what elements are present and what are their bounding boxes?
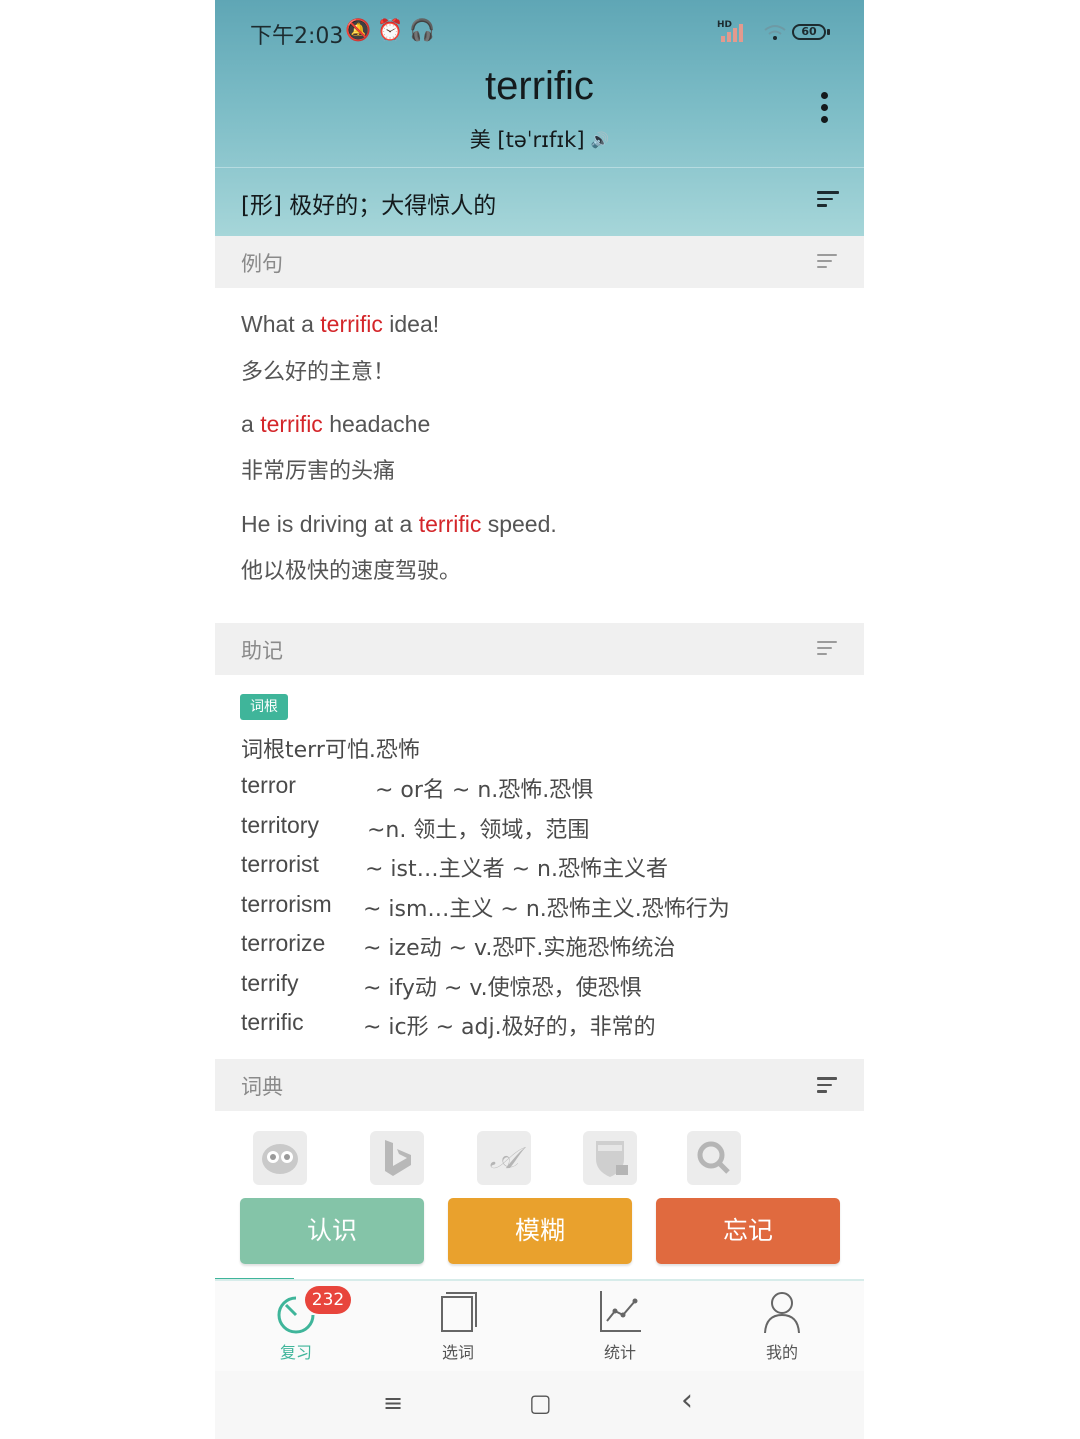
app-screen: 下午2:03 🔕⏰🎧 HD 60 terrific 美 [təˈrɪfɪk] 🔊 …	[215, 0, 864, 1439]
mnemonic-word: terrorist	[241, 851, 319, 877]
root-tag: 词根	[240, 694, 288, 720]
dictionary-section-header[interactable]: 词典	[215, 1059, 864, 1111]
tab-label: 选词	[441, 1343, 474, 1362]
back-button[interactable]: ‹	[681, 1383, 693, 1418]
mnemonic-desc: ~ ify动 ~ v.使惊恐，使恐惧	[363, 976, 642, 1001]
tab-statistics[interactable]: 统计	[539, 1281, 701, 1373]
alarm-icon: ⏰	[377, 18, 410, 42]
chart-icon	[600, 1291, 641, 1332]
mnemonic-word: terror	[241, 772, 296, 798]
word-header: 下午2:03 🔕⏰🎧 HD 60 terrific 美 [təˈrɪfɪk] 🔊 …	[215, 0, 864, 236]
recent-apps-button[interactable]: ≡	[383, 1389, 403, 1417]
font-a-icon[interactable]: 𝒜	[477, 1131, 531, 1185]
home-button[interactable]: ▢	[529, 1389, 552, 1417]
section-options-icon[interactable]	[817, 254, 839, 272]
tab-select-words[interactable]: 选词	[377, 1281, 539, 1373]
example-translation: 多么好的主意！	[241, 360, 396, 385]
mnemonic-word: terrorize	[241, 930, 326, 956]
example-sentence: He is driving at a terrific speed.	[241, 511, 557, 537]
signal-icon	[721, 22, 747, 42]
tab-mine[interactable]: 我的	[701, 1281, 863, 1373]
headphones-icon: 🎧	[409, 18, 442, 42]
mnemonic-word: terrific	[241, 1009, 304, 1035]
cambridge-crest-icon[interactable]	[583, 1131, 637, 1185]
mnemonic-desc: ~n. 领土，领域，范围	[367, 818, 590, 843]
examples-section-header[interactable]: 例句	[215, 236, 864, 288]
section-title: 词典	[241, 1075, 283, 1099]
section-options-icon[interactable]	[817, 641, 839, 659]
section-title: 助记	[241, 639, 283, 663]
mnemonic-intro: 词根terr可怕.恐怖	[241, 738, 420, 763]
mnemonic-section-header[interactable]: 助记	[215, 623, 864, 675]
mnemonic-desc: ~ ic形 ~ adj.极好的，非常的	[363, 1015, 656, 1040]
tab-review[interactable]: 232 复习	[215, 1281, 377, 1373]
tab-label: 我的	[765, 1343, 798, 1362]
search-dictionary-icon[interactable]	[687, 1131, 741, 1185]
forget-button[interactable]: 忘记	[656, 1198, 840, 1264]
speaker-icon[interactable]: 🔊	[591, 131, 610, 149]
phonetic: 美 [təˈrɪfɪk]	[469, 128, 585, 152]
mnemonic-word: terrorism	[241, 891, 332, 917]
headword: terrific	[485, 64, 594, 108]
user-icon	[764, 1292, 800, 1334]
example-sentence: What a terrific idea!	[241, 311, 440, 337]
tab-label: 复习	[279, 1343, 312, 1362]
system-nav-bar: ≡ ▢ ‹	[215, 1371, 864, 1439]
mnemonic-word: territory	[241, 812, 319, 838]
definition-options-icon[interactable]	[817, 191, 839, 209]
tab-label: 统计	[603, 1343, 636, 1362]
battery-icon: 60	[792, 24, 826, 40]
bing-icon[interactable]	[370, 1131, 424, 1185]
section-title: 例句	[241, 252, 283, 276]
mnemonic-desc: ~ ism…主义 ~ n.恐怖主义.恐怖行为	[363, 897, 730, 922]
example-sentence: a terrific headache	[241, 411, 431, 437]
section-options-icon[interactable]	[817, 1077, 839, 1095]
wifi-icon	[763, 22, 789, 42]
definition: [形] 极好的；大得惊人的	[241, 193, 497, 219]
mnemonic-desc: ~ or名 ~ n.恐怖.恐惧	[375, 778, 594, 803]
review-count-badge: 232	[305, 1286, 351, 1314]
mnemonic-desc: ~ ize动 ~ v.恐吓.实施恐怖统治	[363, 936, 676, 961]
status-bar: 下午2:03 🔕⏰🎧 HD 60	[215, 0, 864, 62]
know-button[interactable]: 认识	[240, 1198, 424, 1264]
example-translation: 他以极快的速度驾驶。	[241, 559, 462, 584]
owl-dictionary-icon[interactable]	[253, 1131, 307, 1185]
vague-button[interactable]: 模糊	[448, 1198, 632, 1264]
mnemonic-desc: ~ ist…主义者 ~ n.恐怖主义者	[365, 857, 668, 882]
example-translation: 非常厉害的头痛	[241, 459, 396, 484]
status-time: 下午2:03	[250, 24, 344, 49]
bottom-tab-bar: 232 复习 选词 统计 我的	[215, 1279, 864, 1373]
silent-bell-icon: 🔕	[345, 18, 378, 42]
more-menu-icon[interactable]	[819, 92, 831, 128]
mnemonic-word: terrify	[241, 970, 299, 996]
book-icon	[441, 1292, 477, 1332]
